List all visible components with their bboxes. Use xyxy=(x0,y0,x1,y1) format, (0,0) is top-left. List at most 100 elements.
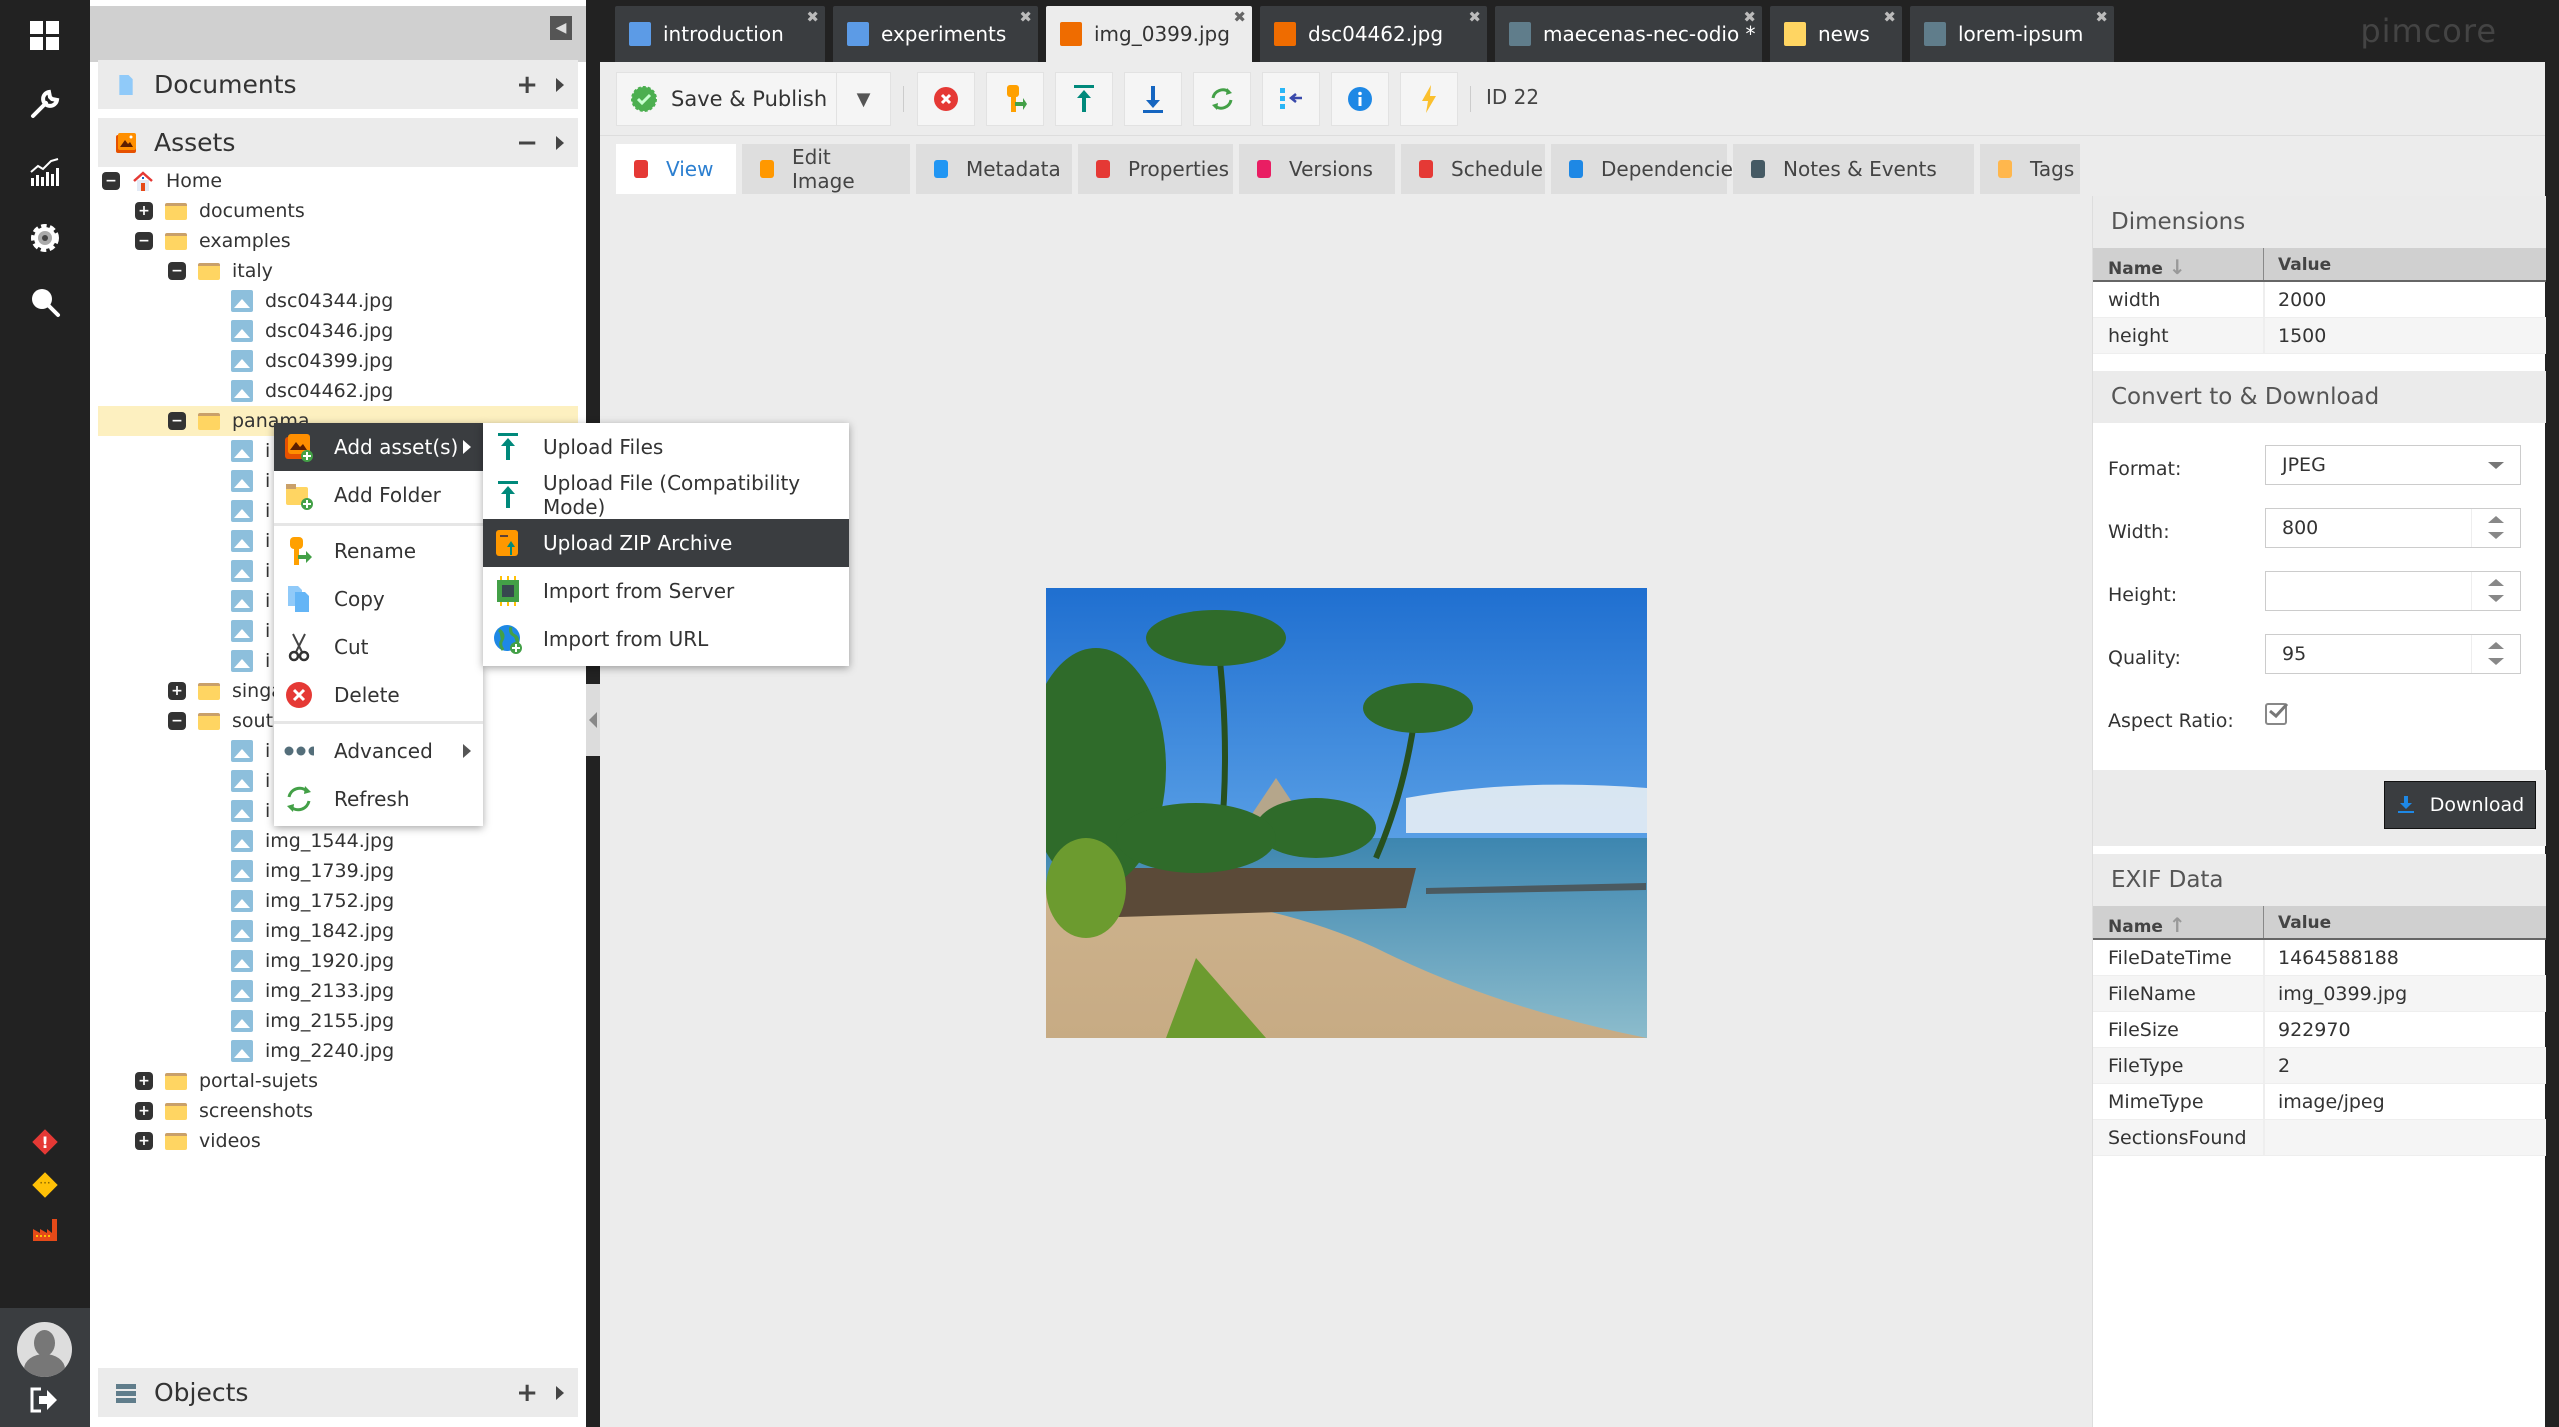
quality-input[interactable]: 95 xyxy=(2265,634,2521,674)
add-document-button[interactable]: + xyxy=(516,70,538,100)
close-tab-icon[interactable]: ✖ xyxy=(1743,8,1756,26)
settings-gear-icon[interactable] xyxy=(25,218,65,258)
documents-header[interactable]: Documents + xyxy=(98,60,578,109)
submenu-item-upload-files[interactable]: Upload Files xyxy=(483,423,849,471)
tab-maecenas-nec-odio[interactable]: maecenas-nec-odio * ✖ xyxy=(1495,6,1762,62)
exif-col-name[interactable]: Name ↑ xyxy=(2108,913,2186,937)
tree-node[interactable]: − examples xyxy=(98,226,578,256)
tree-node[interactable]: img_2240.jpg xyxy=(98,1036,578,1066)
collapse-icon[interactable]: − xyxy=(168,262,186,280)
tab-introduction[interactable]: introduction ✖ xyxy=(615,6,825,62)
tree-node[interactable]: dsc04344.jpg xyxy=(98,286,578,316)
menu-item-add-asset-s[interactable]: Add asset(s) xyxy=(274,423,483,471)
tree-node[interactable]: img_2155.jpg xyxy=(98,1006,578,1036)
download-converted-button[interactable]: Download xyxy=(2384,781,2536,829)
subtab-edit-image[interactable]: Edit Image xyxy=(742,144,910,194)
grid-row[interactable]: FileSize 922970 xyxy=(2093,1012,2546,1048)
menu-item-delete[interactable]: Delete xyxy=(274,671,483,719)
expand-icon[interactable]: + xyxy=(135,1102,153,1120)
factory-icon[interactable] xyxy=(25,1210,65,1250)
show-in-tree-button[interactable] xyxy=(1262,72,1320,126)
tree-node[interactable]: dsc04462.jpg xyxy=(98,376,578,406)
close-tab-icon[interactable]: ✖ xyxy=(1883,8,1896,26)
tree-node[interactable]: img_1752.jpg xyxy=(98,886,578,916)
expand-icon[interactable]: + xyxy=(135,1132,153,1150)
menu-item-refresh[interactable]: Refresh xyxy=(274,775,483,823)
dimensions-col-value[interactable]: Value xyxy=(2278,255,2331,275)
tab-experiments[interactable]: experiments ✖ xyxy=(833,6,1038,62)
expand-icon[interactable]: + xyxy=(135,202,153,220)
tree-node[interactable]: + videos xyxy=(98,1126,578,1156)
save-options-dropdown[interactable]: ▼ xyxy=(836,72,891,126)
menu-item-advanced[interactable]: Advanced xyxy=(274,727,483,775)
assets-header[interactable]: Assets − xyxy=(98,118,578,167)
grid-row[interactable]: FileType 2 xyxy=(2093,1048,2546,1084)
info-button[interactable] xyxy=(1331,72,1389,126)
menu-item-add-folder[interactable]: Add Folder xyxy=(274,471,483,519)
subtab-metadata[interactable]: Metadata xyxy=(916,144,1072,194)
search-icon[interactable] xyxy=(25,282,65,322)
tree-node[interactable]: − italy xyxy=(98,256,578,286)
submenu-item-upload-file-compatibility-mode[interactable]: Upload File (Compatibility Mode) xyxy=(483,471,849,519)
subtab-properties[interactable]: Properties xyxy=(1078,144,1233,194)
collapse-left-panel-button[interactable]: ◀ xyxy=(550,16,572,40)
download-button[interactable] xyxy=(1124,72,1182,126)
dashboard-icon[interactable] xyxy=(25,16,65,56)
submenu-item-upload-zip-archive[interactable]: Upload ZIP Archive xyxy=(483,519,849,567)
marketing-chart-icon[interactable] xyxy=(25,152,65,192)
grid-row[interactable]: MimeType image/jpeg xyxy=(2093,1084,2546,1120)
tree-node[interactable]: img_2133.jpg xyxy=(98,976,578,1006)
delete-button[interactable] xyxy=(917,72,975,126)
tab-lorem-ipsum[interactable]: lorem-ipsum ✖ xyxy=(1910,6,2114,62)
collapse-icon[interactable]: − xyxy=(102,172,120,190)
upload-new-version-button[interactable] xyxy=(1055,72,1113,126)
objects-header[interactable]: Objects + xyxy=(98,1368,578,1417)
expand-documents-arrow-icon[interactable] xyxy=(556,77,564,92)
height-input[interactable] xyxy=(2265,571,2521,611)
tree-node[interactable]: + documents xyxy=(98,196,578,226)
add-object-button[interactable]: + xyxy=(516,1378,538,1408)
menu-item-rename[interactable]: Rename xyxy=(274,527,483,575)
grid-row[interactable]: FileName img_0399.jpg xyxy=(2093,976,2546,1012)
logout-icon[interactable] xyxy=(29,1386,59,1421)
collapse-icon[interactable]: − xyxy=(135,232,153,250)
exif-col-value[interactable]: Value xyxy=(2278,913,2331,933)
grid-row[interactable]: width 2000 xyxy=(2093,282,2546,318)
menu-item-cut[interactable]: Cut xyxy=(274,623,483,671)
tree-node[interactable]: + portal-sujets xyxy=(98,1066,578,1096)
expand-icon[interactable]: + xyxy=(135,1072,153,1090)
aspect-ratio-checkbox[interactable] xyxy=(2265,702,2289,725)
expand-assets-arrow-icon[interactable] xyxy=(556,135,564,150)
tree-node[interactable]: dsc04399.jpg xyxy=(98,346,578,376)
subtab-dependencies[interactable]: Dependencies xyxy=(1551,144,1743,194)
format-select[interactable]: JPEG xyxy=(2265,445,2521,485)
user-avatar[interactable] xyxy=(17,1322,72,1377)
save-publish-button[interactable]: Save & Publish xyxy=(616,72,837,126)
tree-node[interactable]: dsc04346.jpg xyxy=(98,316,578,346)
submenu-item-import-from-server[interactable]: Import from Server xyxy=(483,567,849,615)
tree-node[interactable]: img_1920.jpg xyxy=(98,946,578,976)
quality-spinner[interactable] xyxy=(2471,635,2520,673)
close-tab-icon[interactable]: ✖ xyxy=(2095,8,2108,26)
width-spinner[interactable] xyxy=(2471,509,2520,547)
tree-node[interactable]: img_1739.jpg xyxy=(98,856,578,886)
tree-node[interactable]: img_1842.jpg xyxy=(98,916,578,946)
error-notification-icon[interactable]: ! xyxy=(25,1122,65,1162)
clear-cache-button[interactable] xyxy=(1400,72,1458,126)
grid-row[interactable]: FileDateTime 1464588188 xyxy=(2093,940,2546,976)
close-tab-icon[interactable]: ✖ xyxy=(1468,8,1481,26)
close-tab-icon[interactable]: ✖ xyxy=(1019,8,1032,26)
subtab-notes-events[interactable]: Notes & Events xyxy=(1733,144,1974,194)
collapse-assets-button[interactable]: − xyxy=(516,128,538,158)
tree-node[interactable]: img_1544.jpg xyxy=(98,826,578,856)
grid-row[interactable]: SectionsFound xyxy=(2093,1120,2546,1156)
expand-objects-arrow-icon[interactable] xyxy=(556,1385,564,1400)
subtab-versions[interactable]: Versions xyxy=(1239,144,1395,194)
width-input[interactable]: 800 xyxy=(2265,508,2521,548)
expand-icon[interactable]: + xyxy=(168,682,186,700)
dimensions-col-name[interactable]: Name ↓ xyxy=(2108,255,2186,279)
submenu-item-import-from-url[interactable]: Import from URL xyxy=(483,615,849,663)
panel-resize-handle[interactable] xyxy=(586,684,600,756)
maintenance-notification-icon[interactable]: ··· xyxy=(25,1165,65,1205)
collapse-icon[interactable]: − xyxy=(168,412,186,430)
